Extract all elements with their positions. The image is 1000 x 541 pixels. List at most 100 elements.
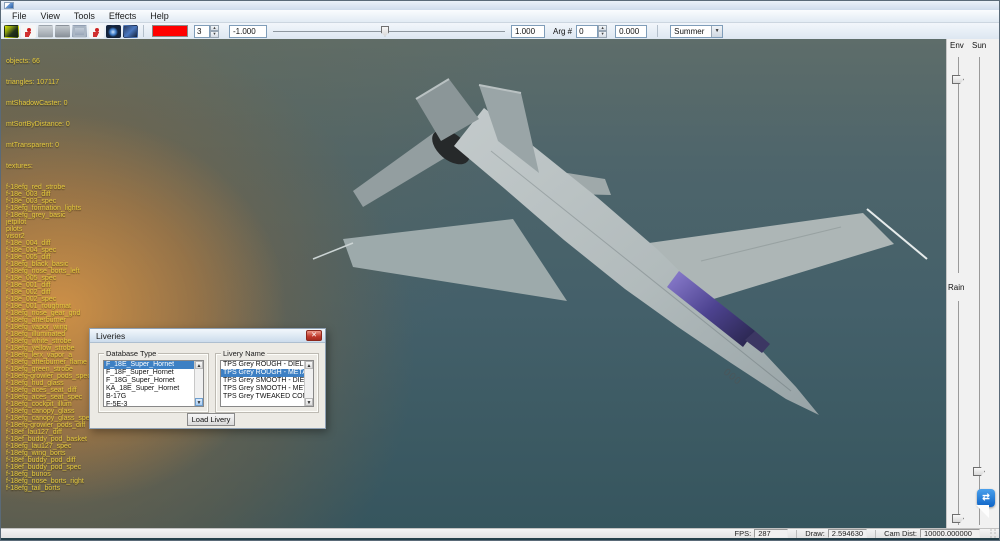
arg-spinner-arrows[interactable]: ▲ ▼ xyxy=(598,24,608,38)
fps-label: FPS: xyxy=(734,529,752,538)
scrollbar[interactable]: ▲ ▼ xyxy=(304,361,313,406)
arg-spinner-value[interactable]: 0 xyxy=(576,24,599,38)
close-icon[interactable]: ✕ xyxy=(306,330,322,341)
texture-name: f-18efg_wing_borts xyxy=(6,450,66,457)
index-spinner[interactable]: 3 ▲ ▼ xyxy=(194,24,219,38)
database-type-group: Database Type F_18E_Super_Hornet F_18F_Su… xyxy=(98,349,209,413)
menu-item[interactable]: Tools xyxy=(67,11,102,21)
dialog-title-bar[interactable]: Liveries ✕ xyxy=(90,329,325,343)
livery-name-item[interactable]: TPS Grey ROUGH - DIELETRIC xyxy=(221,361,304,369)
arg-value-field[interactable]: 0.000 xyxy=(615,24,648,38)
database-type-item[interactable]: F_18G_Super_Hornet xyxy=(104,377,194,385)
texture-name: f-18efg_bunos xyxy=(6,471,51,478)
slider-thumb[interactable] xyxy=(381,25,389,37)
night-scene-icon[interactable] xyxy=(123,24,138,38)
livery-name-item[interactable]: TPS Grey SMOOTH - DIELETRIC xyxy=(221,377,304,385)
texture-name: f-18efg_illuminated xyxy=(6,331,66,338)
texture-name: f-18efg_aces_seat_diff xyxy=(6,387,77,394)
liveries-dialog: Liveries ✕ Database Type F_18E_Super_Hor… xyxy=(89,328,326,429)
scroll-up-icon[interactable]: ▲ xyxy=(195,361,203,369)
texture-name: f-18e_004_spec xyxy=(6,247,57,254)
menu-item[interactable]: Help xyxy=(143,11,176,21)
model-icon[interactable] xyxy=(4,24,19,38)
texture-name: f-18e_003_spec xyxy=(6,198,57,205)
livery-name-item[interactable]: TPS Grey SMOOTH - METALLIC xyxy=(221,385,304,393)
pose-icon[interactable] xyxy=(89,24,104,38)
texture-name: f-18efg_white_strobe xyxy=(6,338,72,345)
database-type-item[interactable]: B-17G xyxy=(104,393,194,401)
camera-icon[interactable] xyxy=(38,24,53,38)
livery-name-group: Livery Name TPS Grey ROUGH - DIELETRICTP… xyxy=(215,349,319,413)
env-slider-track[interactable] xyxy=(958,57,959,273)
index-spinner-arrows[interactable]: ▲ ▼ xyxy=(210,24,219,38)
chevron-down-icon[interactable]: ▼ xyxy=(711,25,723,37)
texture-name: f-18efg_lerx_vapor_a xyxy=(6,352,73,359)
viewport-3d[interactable]: 000 objects: 66 triangles: 107117 mtShad… xyxy=(1,39,948,528)
texture-name: f-18e_002_spec xyxy=(6,296,57,303)
status-bar: FPS: 287 Draw: 2.594630 Cam Dist: 10000.… xyxy=(1,528,999,539)
scroll-down-icon[interactable]: ▼ xyxy=(195,398,203,406)
film-icon[interactable] xyxy=(55,24,70,38)
sun-label: Sun xyxy=(972,41,987,50)
toolbar-separator xyxy=(143,25,144,37)
texture-name: f-18efg_tail_borts xyxy=(6,485,61,492)
livery-name-item[interactable]: TPS Grey ROUGH - METALLIC xyxy=(221,369,304,377)
index-spinner-value[interactable]: 3 xyxy=(194,24,210,38)
env-label: Env xyxy=(950,41,964,50)
rain-slider-track[interactable] xyxy=(958,301,959,525)
menu-item[interactable]: File xyxy=(5,11,34,21)
stat-objects: objects: 66 xyxy=(6,58,40,65)
spinner-down-icon[interactable]: ▼ xyxy=(210,31,219,38)
color-swatch[interactable] xyxy=(152,25,188,37)
sun-slider-thumb[interactable] xyxy=(973,467,985,476)
aircraft-render: 000 xyxy=(312,78,928,415)
texture-name: visor2 xyxy=(6,233,25,240)
arg-spinner[interactable]: 0 ▲ ▼ xyxy=(576,24,608,38)
database-type-item[interactable]: KA_18E_Super_Hornet xyxy=(104,385,194,393)
texture-name: f-18efg_afterburner_flame xyxy=(6,359,87,366)
rain-slider-thumb[interactable] xyxy=(952,514,964,523)
arg-label: Arg # xyxy=(553,26,573,36)
database-type-item[interactable]: F_18E_Super_Hornet xyxy=(104,361,194,369)
env-slider-thumb[interactable] xyxy=(952,75,964,84)
monitor-icon[interactable] xyxy=(72,24,87,38)
slider-track xyxy=(273,30,505,32)
scrollbar[interactable]: ▲ ▼ xyxy=(194,361,203,406)
dialog-title: Liveries xyxy=(96,330,126,341)
teamviewer-bubble xyxy=(976,505,989,518)
render-stats: objects: 66 triangles: 107117 mtShadowCa… xyxy=(6,44,93,492)
scroll-up-icon[interactable]: ▲ xyxy=(305,361,313,369)
texture-name: f-18efg-growler_pods_spec xyxy=(6,373,91,380)
animation-icon[interactable] xyxy=(21,24,36,38)
title-bar[interactable] xyxy=(1,1,999,10)
database-type-item[interactable]: F-5E-3 xyxy=(104,401,194,406)
spinner-down-icon[interactable]: ▼ xyxy=(598,31,608,38)
scroll-down-icon[interactable]: ▼ xyxy=(305,398,313,406)
sun-slider-track[interactable] xyxy=(979,57,980,525)
texture-name: f-18ef_lau127_diff xyxy=(6,429,62,436)
environment-panel: Env Sun Rain ⇄ xyxy=(946,39,999,528)
database-type-list[interactable]: F_18E_Super_Hornet F_18F_Super_Hornet F_18… xyxy=(103,360,204,407)
database-type-item[interactable]: F_18F_Super_Hornet xyxy=(104,369,194,377)
fps-value: 287 xyxy=(754,529,789,538)
app-icon xyxy=(4,2,14,9)
livery-name-list[interactable]: TPS Grey ROUGH - DIELETRICTPS Grey ROUGH… xyxy=(220,360,314,407)
texture-name: f-18e_004_diff xyxy=(6,240,51,247)
threshold-field[interactable]: -1.000 xyxy=(229,24,267,38)
texture-name: f-18efg_canopy_glass_spec xyxy=(6,415,94,422)
resize-grip[interactable] xyxy=(986,528,998,539)
texture-name: f-18efg_grey_basic xyxy=(6,212,66,219)
menu-item[interactable]: Effects xyxy=(102,11,143,21)
load-livery-button[interactable]: Load Livery xyxy=(187,413,235,426)
nose-number: 000 xyxy=(721,367,743,388)
texture-name: f-18efg_green_strobe xyxy=(6,366,73,373)
cam-dist-value: 10000.000000 xyxy=(920,529,980,538)
threshold-slider[interactable] xyxy=(273,25,505,38)
scale-field[interactable]: 1.000 xyxy=(511,24,545,38)
database-type-label: Database Type xyxy=(104,349,159,358)
globe-icon[interactable] xyxy=(106,24,121,38)
livery-name-item[interactable]: TPS Grey TWEAKED COMPOSITE xyxy=(221,393,304,401)
season-dropdown[interactable]: Summer ▼ xyxy=(670,24,724,38)
menu-item[interactable]: View xyxy=(34,11,67,21)
texture-name: f-18e_002_diff xyxy=(6,289,51,296)
